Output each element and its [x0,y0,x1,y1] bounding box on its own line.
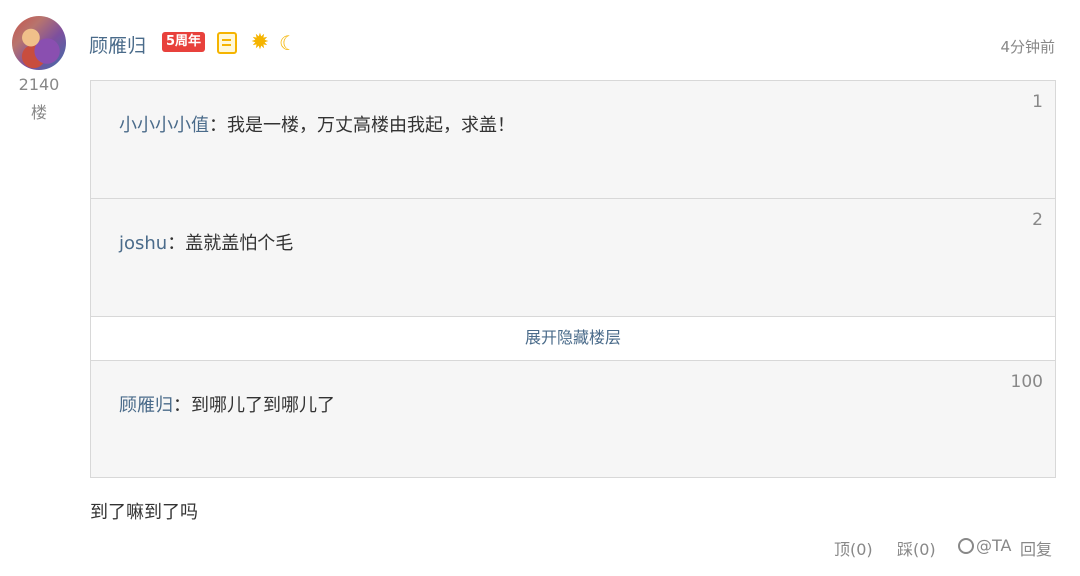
quote-floor: joshu：盖就盖怕个毛 2 [91,199,1055,317]
username-link[interactable]: 顾雁归 [89,31,146,58]
quote-floor: 小小小小值：我是一楼，万丈高楼由我起，求盖！ 1 [91,81,1055,199]
quote-username[interactable]: 小小小小值 [119,115,209,136]
quote-content: 到哪儿了到哪儿了 [191,395,335,416]
quote-content: 我是一楼，万丈高楼由我起，求盖！ [227,115,515,136]
floor-label: 楼 [30,103,47,122]
expand-hidden-floors-button[interactable]: 展开隐藏楼层 [91,317,1055,361]
quote-stack: 小小小小值：我是一楼，万丈高楼由我起，求盖！ 1 joshu：盖就盖怕个毛 2 … [90,80,1056,478]
quote-floor: 顾雁归：到哪儿了到哪儿了 100 [91,361,1055,477]
reply-button[interactable]: 回复 [1020,536,1052,560]
quote-separator: ： [167,233,186,254]
reply-text: 到了嘛到了吗 [90,502,198,523]
quote-separator: ： [173,395,191,416]
at-icon [958,538,974,554]
quote-text: joshu：盖就盖怕个毛 [119,229,293,255]
quote-floor-number: 100 [1010,372,1043,392]
upvote-button[interactable]: 顶(0) [834,536,873,560]
quote-floor-number: 1 [1032,92,1043,112]
quote-text: 顾雁归：到哪儿了到哪儿了 [119,391,335,417]
avatar[interactable] [12,16,66,70]
quote-username[interactable]: 顾雁归 [119,395,173,416]
quote-username[interactable]: joshu [119,233,167,254]
sun-icon: ✹ [250,30,270,55]
floor-number: 2140 [18,75,60,94]
quote-floor-number: 2 [1032,210,1043,230]
mention-button[interactable]: @TA [958,536,1011,555]
mention-label: @TA [976,536,1012,555]
doc-badge-icon [217,32,237,54]
quote-text: 小小小小值：我是一楼，万丈高楼由我起，求盖！ [119,111,515,137]
downvote-button[interactable]: 踩(0) [897,536,936,560]
quote-content: 盖就盖怕个毛 [185,233,294,254]
quote-separator: ： [209,115,227,136]
post-time: 4分钟前 [1000,38,1055,56]
moon-icon: ☾ [279,31,297,55]
anniversary-badge: 5周年 [162,32,206,52]
